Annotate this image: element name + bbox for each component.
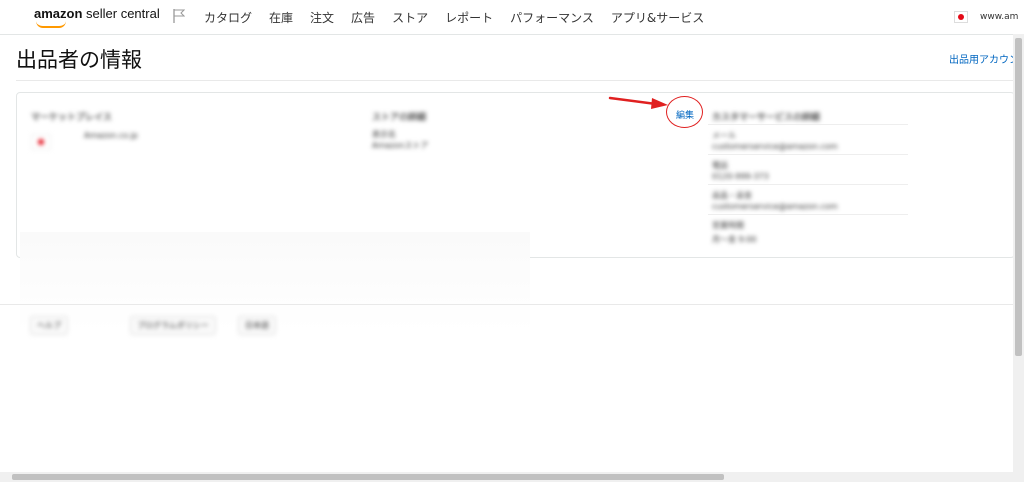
- logo-smile-icon: [36, 21, 66, 28]
- amazon-seller-central-logo[interactable]: amazon seller central: [34, 6, 160, 28]
- contact-line: 返品・返金: [712, 191, 752, 200]
- marketplace-value: Amazon.co.jp: [84, 131, 138, 140]
- nav-apps-services[interactable]: アプリ&サービス: [611, 9, 704, 26]
- program-policy-button[interactable]: プログラムポリシー: [130, 316, 216, 335]
- vertical-scrollbar[interactable]: [1013, 34, 1024, 472]
- main-nav: カタログ 在庫 注文 広告 ストア レポート パフォーマンス アプリ&サービス: [204, 9, 721, 26]
- store-display-name-value: Amazonストア: [372, 141, 429, 150]
- marketplace-site-label[interactable]: www.am: [980, 12, 1018, 22]
- annotation-circle: [666, 96, 703, 128]
- scrollbar-thumb[interactable]: [12, 474, 724, 480]
- scrollbar-thumb[interactable]: [1015, 38, 1022, 356]
- nav-orders[interactable]: 注文: [310, 9, 334, 26]
- logo-bold-text: amazon: [34, 6, 83, 21]
- contact-line: 0120-999-373: [712, 172, 769, 181]
- nav-catalog[interactable]: カタログ: [204, 9, 252, 26]
- divider: [708, 124, 908, 125]
- help-button[interactable]: ヘルプ: [30, 316, 68, 335]
- page-title: 出品者の情報: [16, 48, 142, 72]
- top-navigation-bar: amazon seller central カタログ 在庫 注文 広告 ストア …: [0, 0, 1024, 35]
- divider: [708, 184, 908, 185]
- marketplace-header: マーケットプレイス: [31, 113, 112, 123]
- customer-service-header: カスタマーサービスの詳細: [712, 113, 820, 123]
- horizontal-scrollbar[interactable]: [0, 472, 1024, 482]
- logo-rest-text: seller central: [82, 6, 160, 21]
- nav-performance[interactable]: パフォーマンス: [510, 9, 594, 26]
- contact-line: メール: [712, 131, 736, 140]
- language-select[interactable]: 日本語: [238, 316, 276, 335]
- divider: [708, 214, 908, 215]
- japan-flag-icon[interactable]: [954, 11, 968, 23]
- divider: [708, 154, 908, 155]
- nav-advertising[interactable]: 広告: [351, 9, 375, 26]
- divider: [0, 304, 1013, 305]
- contact-line: 営業時間: [712, 221, 744, 230]
- divider: [16, 80, 1013, 81]
- account-info-link[interactable]: 出品用アカウン: [949, 51, 1013, 66]
- contact-line: customerservice@amazon.com: [712, 142, 838, 151]
- store-details-header: ストアの詳細: [372, 113, 427, 123]
- nav-stores[interactable]: ストア: [392, 9, 428, 26]
- contact-line: customerservice@amazon.com: [712, 202, 838, 211]
- store-display-name-label: 表示名: [372, 130, 396, 139]
- japan-flag-icon: [31, 134, 51, 150]
- annotation-arrow-icon: [608, 96, 668, 109]
- contact-line: 電話: [712, 161, 728, 170]
- nav-inventory[interactable]: 在庫: [269, 9, 293, 26]
- nav-reports[interactable]: レポート: [445, 9, 493, 26]
- contact-line: 月〜金 9:00: [712, 235, 757, 244]
- flag-icon[interactable]: [173, 9, 185, 23]
